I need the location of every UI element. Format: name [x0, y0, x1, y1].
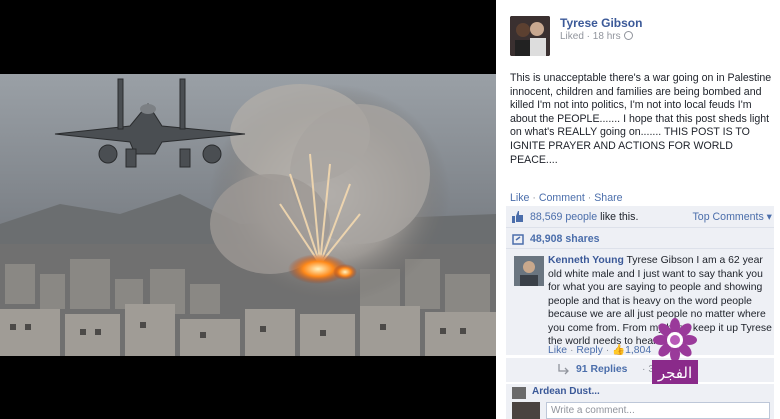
top-comments-dropdown[interactable]: Top Comments ▾ [693, 211, 773, 223]
post-header: Tyrese Gibson Liked · 18 hrs [510, 12, 770, 56]
war-image [0, 74, 496, 356]
globe-icon [623, 31, 633, 40]
comment-actions: Like · Reply · 👍1,804 [548, 343, 651, 356]
comment-item: Kenneth Young Tyrese Gibson I am a 62 ye… [506, 249, 774, 356]
comment-like-count[interactable]: 1,804 [625, 345, 651, 356]
likes-row: 88,569 people like this. Top Comments ▾ [506, 206, 774, 228]
post-meta: Liked · 18 hrs [560, 31, 633, 42]
post-actions: Like · Comment · Share [510, 192, 623, 204]
commenter-name[interactable]: Ardean Dust... [532, 386, 600, 397]
thumbs-up-icon [512, 211, 523, 223]
share-link[interactable]: Share [594, 192, 622, 204]
likes-count[interactable]: 88,569 people [530, 211, 597, 223]
author-name[interactable]: Tyrese Gibson [560, 16, 642, 30]
comment-composer: Write a comment... [506, 400, 774, 419]
likes-text: 88,569 people like this. [530, 211, 638, 223]
post-photo[interactable] [0, 0, 496, 419]
share-icon [512, 234, 524, 245]
commenter-name[interactable]: Kenneth Young [548, 255, 624, 266]
author-avatar[interactable] [510, 16, 550, 56]
shares-count[interactable]: 48,908 shares [530, 233, 600, 245]
likes-suffix: like this. [597, 211, 639, 223]
reply-icon [558, 364, 569, 375]
like-link[interactable]: Like [510, 192, 529, 204]
next-comment-item: Ardean Dust... [506, 384, 774, 400]
comment-link[interactable]: Comment [539, 192, 585, 204]
post-panel: Tyrese Gibson Liked · 18 hrs This is una… [496, 0, 780, 419]
thumbs-up-icon: 👍 [612, 345, 626, 356]
comment-reply-link[interactable]: Reply [576, 345, 603, 356]
commenter-avatar[interactable] [514, 256, 544, 286]
viewer-avatar [512, 402, 540, 419]
post-body: This is unacceptable there's a war going… [510, 72, 772, 166]
commenter-avatar[interactable] [512, 387, 526, 399]
replies-count[interactable]: 91 Replies [576, 364, 627, 375]
watermark-logo: الفجر [652, 318, 698, 384]
comment-input[interactable]: Write a comment... [546, 402, 770, 419]
post-time[interactable]: Liked · 18 hrs [560, 31, 621, 42]
shares-row: 48,908 shares [506, 228, 774, 249]
logo-text: الفجر [657, 364, 692, 382]
comment-like-link[interactable]: Like [548, 345, 567, 356]
replies-row[interactable]: 91 Replies · 3 m [506, 358, 774, 382]
